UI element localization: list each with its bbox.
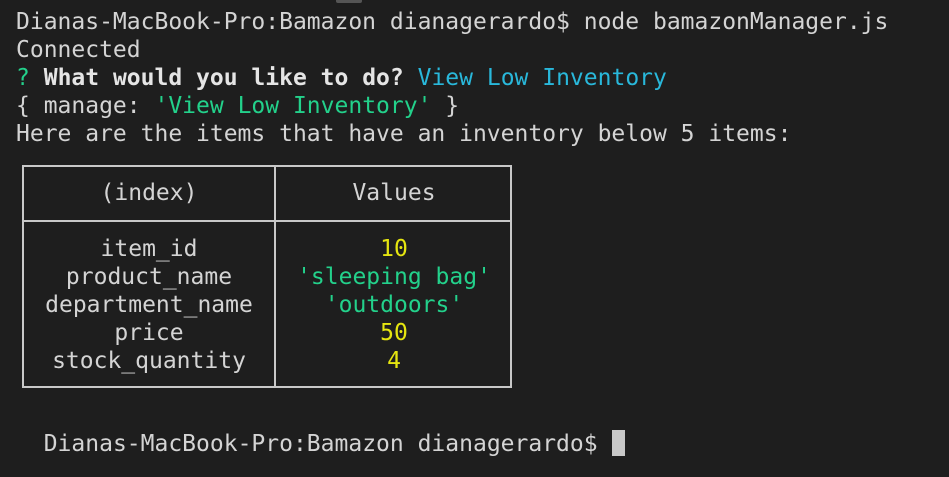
terminal-output: Dianas-MacBook-Pro:Bamazon dianagerardo$… [16,8,949,148]
table-row-value: 10 [380,236,408,262]
table-values-column: 10 'sleeping bag' 'outdoors' 50 4 [276,235,512,375]
prompt-question: What would you like to do? [43,65,404,91]
table-header-index: (index) [100,180,198,206]
inquirer-prompt-line: ? What would you like to do? View Low In… [16,64,949,92]
table-index-column: item_id product_name department_name pri… [24,235,274,375]
table-row-value: 50 [380,320,408,346]
table-row-index: stock_quantity [52,348,246,374]
info-line: Here are the items that have an inventor… [16,121,792,147]
text-cursor [611,429,625,456]
question-mark: ? [16,65,30,91]
command-line: Dianas-MacBook-Pro:Bamazon dianagerardo$… [16,9,889,35]
prompt-answer: View Low Inventory [417,65,667,91]
shell-prompt-line[interactable]: Dianas-MacBook-Pro:Bamazon dianagerardo$ [16,402,625,457]
result-object-line: { manage: 'View Low Inventory' } [16,92,949,120]
result-close: } [431,93,460,119]
table-row-value: 'sleeping bag' [297,264,491,290]
window-tab-indicator [336,0,362,3]
table-row-index: product_name [65,264,233,290]
console-table: (index) Values item_id product_name depa… [22,165,512,388]
table-row-index: price [114,320,184,346]
table-header-divider [24,220,510,222]
result-open: { manage: [16,93,155,119]
table-row-value: 4 [387,348,401,374]
result-value: 'View Low Inventory' [154,93,432,119]
shell-prompt: Dianas-MacBook-Pro:Bamazon dianagerardo$ [43,431,598,457]
table-row-index: item_id [100,236,198,262]
table-row-value: 'outdoors' [324,292,464,318]
table-row-index: department_name [45,292,253,318]
table-header-values: Values [352,180,436,206]
connected-message: Connected [16,37,141,63]
